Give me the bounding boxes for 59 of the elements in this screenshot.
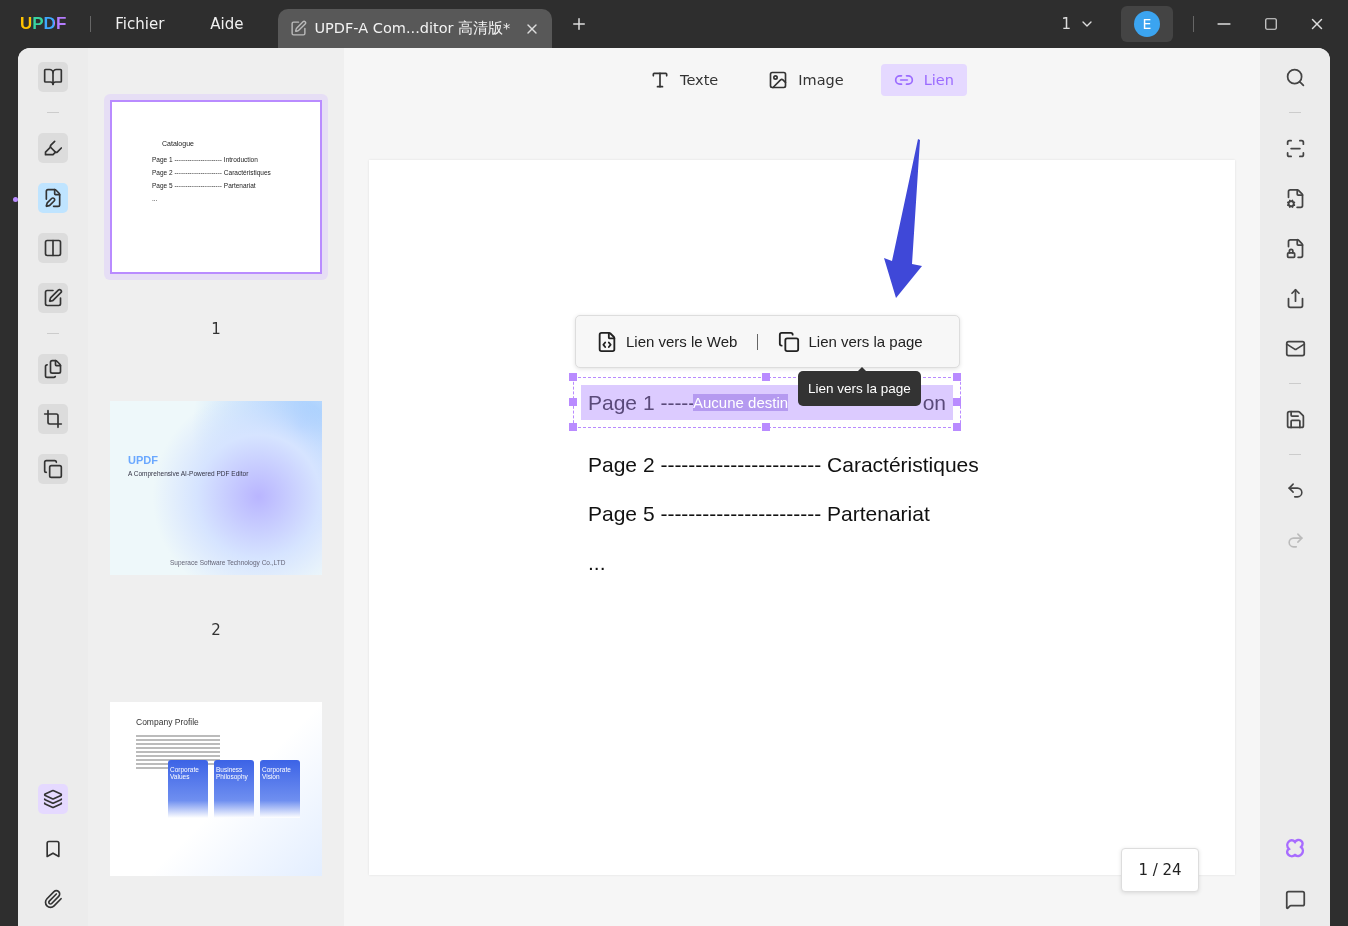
- scan-icon[interactable]: [1284, 137, 1306, 159]
- tool-button[interactable]: [38, 183, 68, 213]
- resize-handle[interactable]: [762, 373, 770, 381]
- menu-item[interactable]: Aide: [210, 15, 244, 33]
- menu-item[interactable]: Fichier: [115, 15, 165, 33]
- resize-handle[interactable]: [569, 373, 577, 381]
- page-text: Page 2 ----------------------- Caractéristiques: [588, 453, 980, 477]
- bookmark-icon: [43, 839, 63, 859]
- page-text: on: [922, 390, 946, 415]
- tool-button[interactable]: [38, 784, 68, 814]
- crop-icon: [43, 409, 63, 429]
- page-number: 1: [211, 320, 221, 338]
- pages-icon: [43, 359, 63, 379]
- active-indicator: [13, 197, 18, 202]
- search-icon[interactable]: [1284, 66, 1306, 88]
- resize-handle[interactable]: [762, 423, 770, 431]
- resize-handle[interactable]: [953, 373, 961, 381]
- file-code-icon: [596, 330, 618, 353]
- paperclip-icon: [43, 889, 63, 909]
- resize-handle[interactable]: [569, 398, 577, 406]
- tool-button[interactable]: [38, 454, 68, 484]
- thumbnail-heading: Company Profile: [136, 717, 199, 727]
- edit-icon: [43, 188, 63, 208]
- tool-button[interactable]: [38, 283, 68, 313]
- resize-handle[interactable]: [953, 398, 961, 406]
- thumbnail-logo: UPDF: [128, 454, 158, 466]
- tool-button[interactable]: [38, 133, 68, 163]
- save-icon[interactable]: [1284, 408, 1306, 430]
- maximize-icon[interactable]: [1264, 17, 1278, 31]
- highlighter-icon: [43, 138, 63, 158]
- page-selector[interactable]: 1: [1061, 15, 1095, 33]
- tool-button[interactable]: [38, 354, 68, 384]
- resize-handle[interactable]: [953, 423, 961, 431]
- reader-icon: [43, 67, 63, 87]
- tool-button[interactable]: [38, 233, 68, 263]
- tool-button[interactable]: [38, 404, 68, 434]
- pages-icon: [778, 330, 801, 353]
- ai-assistant-icon[interactable]: [1284, 838, 1306, 860]
- comment-icon[interactable]: [1284, 888, 1306, 910]
- page-counter: 1 / 24: [1121, 848, 1199, 892]
- page-text: Page 5 ----------------------- Partenariat: [588, 502, 931, 526]
- toolbar-button[interactable]: Texte: [637, 64, 732, 96]
- page-number: 2: [211, 621, 221, 639]
- toolbar-button[interactable]: Image: [755, 64, 857, 96]
- document-tab[interactable]: UPDF-A Com...ditor 高清版*: [277, 9, 552, 48]
- file-lock-icon[interactable]: [1284, 237, 1306, 259]
- undo-icon[interactable]: [1285, 480, 1305, 500]
- page-text: ...: [588, 551, 607, 575]
- text-icon: [650, 70, 671, 90]
- tool-button[interactable]: [38, 62, 68, 92]
- menu-item[interactable]: Lien vers le Web: [596, 330, 738, 353]
- resize-handle[interactable]: [569, 423, 577, 431]
- image-icon: [768, 70, 789, 90]
- edit-icon: [289, 20, 307, 37]
- tooltip: Lien vers la page: [798, 371, 921, 406]
- sign-icon: [43, 288, 63, 308]
- menu-item[interactable]: Lien vers la page: [778, 330, 923, 353]
- copy-icon: [43, 459, 63, 479]
- layers-icon: [43, 789, 63, 809]
